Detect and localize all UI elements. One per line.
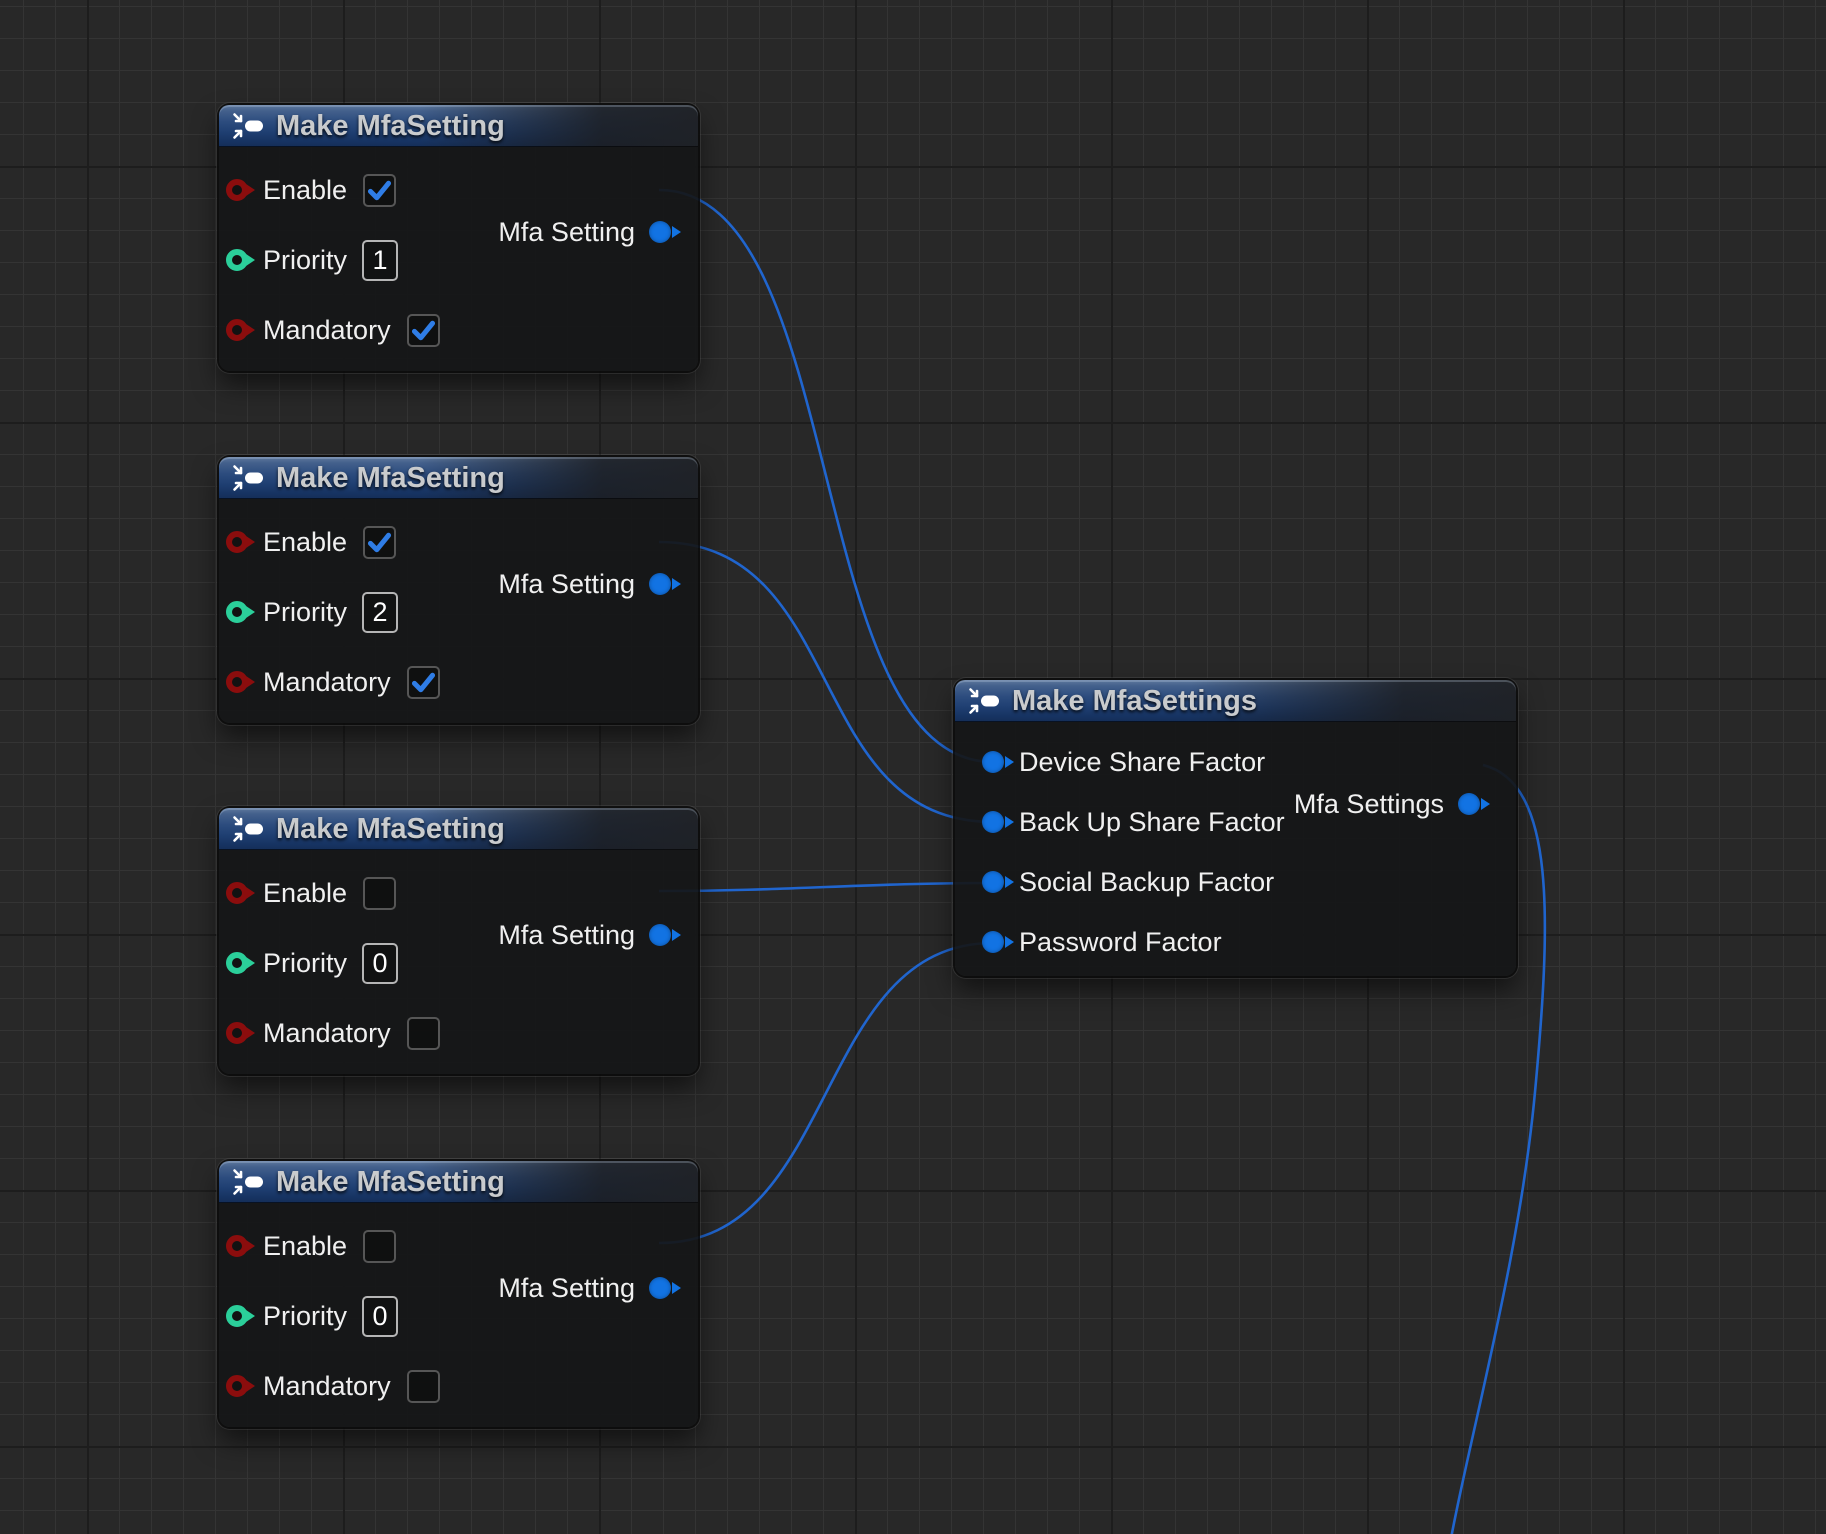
node-header[interactable]: Make MfaSetting xyxy=(219,105,698,147)
int-pin-icon[interactable] xyxy=(226,952,248,974)
wire-connection[interactable] xyxy=(659,883,993,891)
pin-row: Mandatory xyxy=(219,295,698,365)
output-pin-row: Mfa Setting xyxy=(498,197,671,267)
bool-pin-icon[interactable] xyxy=(226,179,248,201)
pin-label: Mandatory xyxy=(263,317,391,344)
pin-label: Mfa Setting xyxy=(498,571,635,598)
output-pin-row: Mfa Settings xyxy=(1294,774,1480,834)
mandatory-checkbox[interactable] xyxy=(407,1370,440,1403)
struct-pin-icon[interactable] xyxy=(649,221,671,243)
node-body: Enable Priority 0 Mandatory xyxy=(219,1203,698,1421)
checkmark-icon xyxy=(409,316,438,345)
make-struct-icon xyxy=(232,112,266,140)
priority-input[interactable]: 2 xyxy=(362,592,398,633)
pin-label: Mfa Setting xyxy=(498,219,635,246)
struct-pin-icon[interactable] xyxy=(982,931,1004,953)
pin-label: Mandatory xyxy=(263,669,391,696)
node-title: Make MfaSetting xyxy=(276,464,505,493)
struct-pin-icon[interactable] xyxy=(1458,793,1480,815)
checkmark-icon xyxy=(365,528,394,557)
struct-pin-icon[interactable] xyxy=(982,871,1004,893)
blueprint-graph-canvas[interactable]: Make MfaSetting Enable Priority 1 Mandat… xyxy=(0,0,1826,1534)
node-make-mfasetting-2[interactable]: Make MfaSetting Enable Priority 2 Mandat… xyxy=(219,457,698,723)
make-struct-icon xyxy=(232,1168,266,1196)
checkmark-icon xyxy=(409,668,438,697)
pin-row: Mandatory xyxy=(219,998,698,1068)
node-body: Device Share Factor Back Up Share Factor… xyxy=(955,722,1516,972)
enable-checkbox[interactable] xyxy=(363,1230,396,1263)
node-header[interactable]: Make MfaSetting xyxy=(219,457,698,499)
output-pin-row: Mfa Setting xyxy=(498,1253,671,1323)
priority-input[interactable]: 0 xyxy=(362,943,398,984)
bool-pin-icon[interactable] xyxy=(226,1375,248,1397)
enable-checkbox[interactable] xyxy=(363,526,396,559)
node-title: Make MfaSetting xyxy=(276,1168,505,1197)
node-body: Enable Priority 0 Mandatory xyxy=(219,850,698,1068)
priority-input[interactable]: 1 xyxy=(362,240,398,281)
pin-label: Enable xyxy=(263,1233,347,1260)
mandatory-checkbox[interactable] xyxy=(407,1017,440,1050)
node-title: Make MfaSetting xyxy=(276,815,505,844)
bool-pin-icon[interactable] xyxy=(226,671,248,693)
pin-label: Priority xyxy=(263,247,347,274)
pin-row: Social Backup Factor xyxy=(975,852,1516,912)
enable-checkbox[interactable] xyxy=(363,174,396,207)
pin-row: Mandatory xyxy=(219,647,698,717)
pin-label: Priority xyxy=(263,599,347,626)
bool-pin-icon[interactable] xyxy=(226,882,248,904)
enable-checkbox[interactable] xyxy=(363,877,396,910)
node-make-mfasetting-4[interactable]: Make MfaSetting Enable Priority 0 Mandat… xyxy=(219,1161,698,1427)
pin-label: Mandatory xyxy=(263,1020,391,1047)
node-make-mfasettings[interactable]: Make MfaSettings Device Share Factor Bac… xyxy=(955,680,1516,976)
wire-connection[interactable] xyxy=(659,190,993,762)
checkmark-icon xyxy=(365,176,394,205)
bool-pin-icon[interactable] xyxy=(226,319,248,341)
pin-label: Mfa Setting xyxy=(498,922,635,949)
pin-label: Device Share Factor xyxy=(1019,749,1265,776)
pin-label: Back Up Share Factor xyxy=(1019,809,1285,836)
priority-input[interactable]: 0 xyxy=(362,1296,398,1337)
pin-label: Priority xyxy=(263,950,347,977)
bool-pin-icon[interactable] xyxy=(226,1235,248,1257)
pin-label: Priority xyxy=(263,1303,347,1330)
struct-pin-icon[interactable] xyxy=(982,811,1004,833)
make-struct-icon xyxy=(968,687,1002,715)
pin-label: Enable xyxy=(263,177,347,204)
struct-pin-icon[interactable] xyxy=(649,924,671,946)
struct-pin-icon[interactable] xyxy=(649,573,671,595)
output-pin-row: Mfa Setting xyxy=(498,549,671,619)
node-header[interactable]: Make MfaSettings xyxy=(955,680,1516,722)
node-header[interactable]: Make MfaSetting xyxy=(219,808,698,850)
node-body: Enable Priority 1 Mandatory xyxy=(219,147,698,365)
bool-pin-icon[interactable] xyxy=(226,1022,248,1044)
node-make-mfasetting-3[interactable]: Make MfaSetting Enable Priority 0 Mandat… xyxy=(219,808,698,1074)
node-body: Enable Priority 2 Mandatory xyxy=(219,499,698,717)
output-pin-row: Mfa Setting xyxy=(498,900,671,970)
node-make-mfasetting-1[interactable]: Make MfaSetting Enable Priority 1 Mandat… xyxy=(219,105,698,371)
pin-label: Mandatory xyxy=(263,1373,391,1400)
pin-label: Mfa Setting xyxy=(498,1275,635,1302)
make-struct-icon xyxy=(232,464,266,492)
pin-row: Mandatory xyxy=(219,1351,698,1421)
pin-label: Mfa Settings xyxy=(1294,791,1444,818)
mandatory-checkbox[interactable] xyxy=(407,666,440,699)
node-title: Make MfaSetting xyxy=(276,112,505,141)
pin-label: Password Factor xyxy=(1019,929,1222,956)
node-header[interactable]: Make MfaSetting xyxy=(219,1161,698,1203)
pin-label: Enable xyxy=(263,880,347,907)
wire-connection[interactable] xyxy=(659,943,993,1243)
mandatory-checkbox[interactable] xyxy=(407,314,440,347)
node-title: Make MfaSettings xyxy=(1012,687,1257,716)
int-pin-icon[interactable] xyxy=(226,601,248,623)
pin-label: Enable xyxy=(263,529,347,556)
make-struct-icon xyxy=(232,815,266,843)
pin-label: Social Backup Factor xyxy=(1019,869,1274,896)
struct-pin-icon[interactable] xyxy=(982,751,1004,773)
struct-pin-icon[interactable] xyxy=(649,1277,671,1299)
int-pin-icon[interactable] xyxy=(226,1305,248,1327)
wire-connection[interactable] xyxy=(659,542,993,822)
int-pin-icon[interactable] xyxy=(226,249,248,271)
bool-pin-icon[interactable] xyxy=(226,531,248,553)
pin-row: Password Factor xyxy=(975,912,1516,972)
